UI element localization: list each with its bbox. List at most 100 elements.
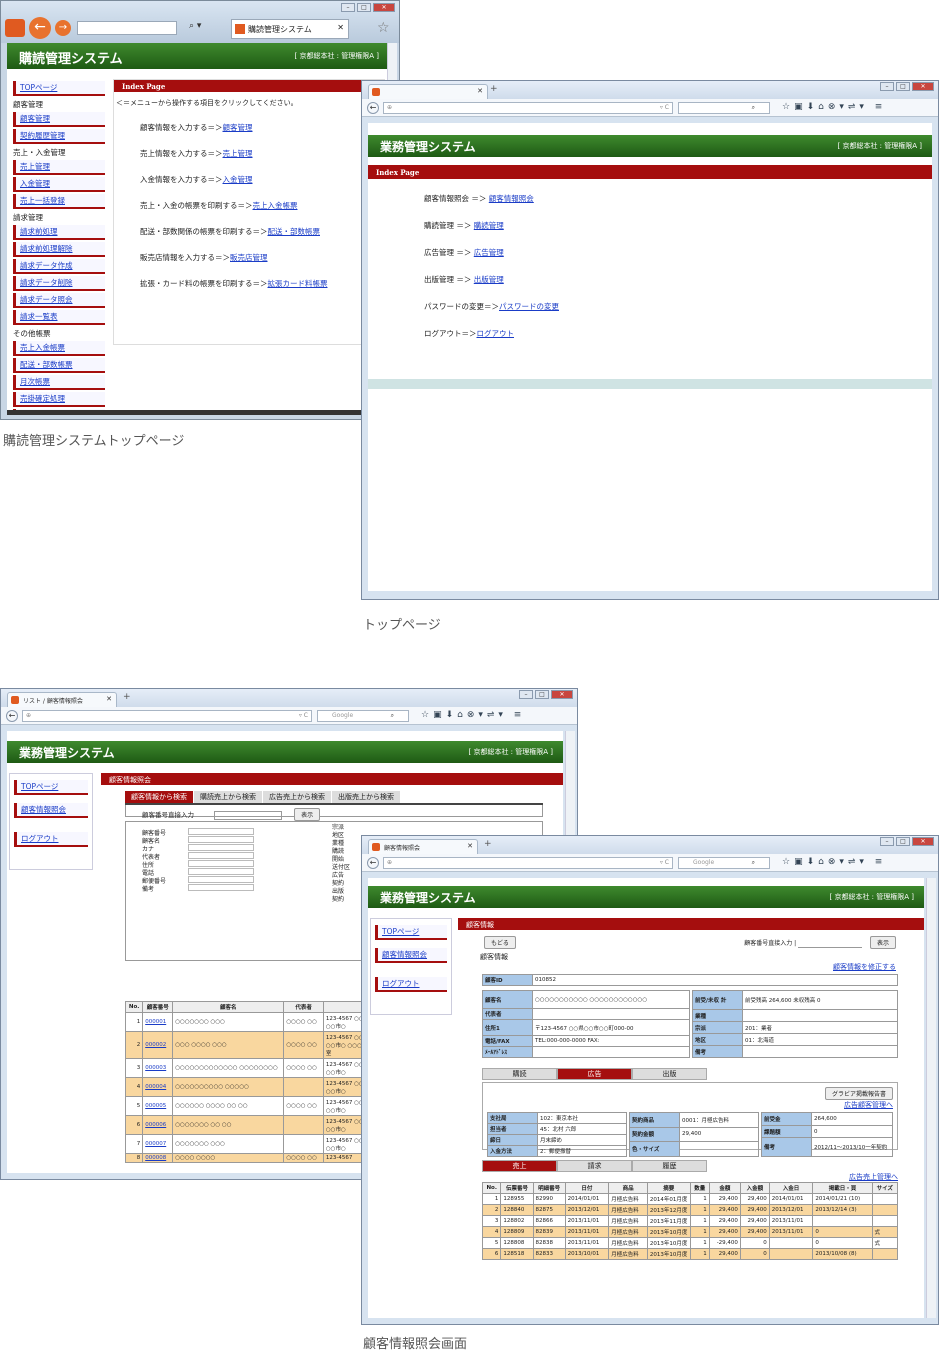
menu-line-link[interactable]: 出版管理 [474,275,504,284]
close-tab-icon[interactable]: ✕ [106,695,112,703]
cell-customer-id[interactable]: 000006 [142,1115,174,1135]
minimize-icon[interactable]: – [519,690,533,699]
table-row[interactable]: 3 128802 82866 2013/11/01 月極広告料 2013年11月度 1 29,… [481,1215,899,1227]
sidebar-item[interactable]: 請求一覧表 [13,310,105,325]
product-tab[interactable]: 出版 [632,1068,707,1080]
new-tab-icon[interactable]: + [490,84,498,94]
sidebar-item[interactable]: 顧客情報照会 [14,803,88,818]
browser-tab[interactable]: ✕ [368,84,488,99]
close-tab-icon[interactable]: ✕ [477,87,483,95]
table-row[interactable]: 5 128808 82838 2013/11/01 月極広告料 2013年10月度 1 -29… [481,1237,899,1249]
browser-tab[interactable]: リスト / 顧客情報照会 ✕ [7,692,117,707]
sidebar-item[interactable]: 請求データ作成 [13,259,105,274]
sidebar-item[interactable]: 売上入金帳票 [13,341,105,356]
cell-customer-id[interactable]: 000008 [142,1153,174,1163]
sidebar-item[interactable]: 請求前処理 [13,225,105,240]
back-icon[interactable]: ← [367,102,379,114]
cell-customer-id[interactable]: 000002 [142,1031,174,1059]
sidebar-item[interactable]: 入金管理 [13,177,105,192]
form-input[interactable] [188,860,254,867]
edit-customer-link-text[interactable]: 顧客情報を修正する [833,963,896,971]
close-tab-icon[interactable]: ✕ [337,23,344,32]
back-icon[interactable]: ← [29,17,51,39]
close-window-icon[interactable]: ✕ [373,3,395,12]
sidebar-item[interactable]: 請求データ照会 [13,293,105,308]
customer-number-input[interactable] [798,940,863,948]
minimize-icon[interactable]: – [880,837,894,846]
new-tab-icon[interactable]: + [123,692,131,702]
search-tab[interactable]: 広告売上から検索 [263,791,331,803]
ad-customer-link[interactable]: 広告顧客管理へ [844,1101,893,1109]
address-bar[interactable] [77,21,177,35]
menu-line-link[interactable]: 拡張カード料帳票 [268,279,328,288]
menu-line-link[interactable]: 購読管理 [474,221,504,230]
new-tab-icon[interactable]: + [484,839,492,849]
close-window-icon[interactable]: ✕ [912,837,934,846]
maximize-icon[interactable]: □ [896,837,910,846]
show-button[interactable]: 表示 [869,936,896,949]
sidebar-item[interactable]: 顧客管理 [13,112,105,127]
search-input[interactable]: Google ⌕ [317,710,409,722]
menu-line-link[interactable]: ログアウト [477,329,515,338]
sidebar-item[interactable]: TOPページ [14,780,88,795]
menu-line-link[interactable]: 配送・部数帳票 [268,227,321,236]
menu-line-link[interactable]: 販売店管理 [230,253,268,262]
minimize-icon[interactable]: – [880,82,894,91]
back-button[interactable]: もどる [484,936,516,949]
product-tab[interactable]: 広告 [557,1068,632,1080]
form-input[interactable] [188,828,254,835]
table-row[interactable]: 5 000005 ○○○○○○ ○○○○ ○○ ○○ ○○○○ ○○ 123-4567 … [124,1096,376,1116]
browser-tab[interactable]: 購読管理システム ✕ [231,19,349,39]
maximize-icon[interactable]: □ [896,82,910,91]
close-tab-icon[interactable]: ✕ [467,842,473,850]
form-input[interactable] [188,852,254,859]
scrollbar[interactable] [926,878,936,1318]
close-window-icon[interactable]: ✕ [912,82,934,91]
menu-line-link[interactable]: 顧客管理 [223,123,253,132]
form-input[interactable] [188,836,254,843]
product-tab[interactable]: 購読 [482,1068,557,1080]
toolbar-icons[interactable]: ☆▣⬇⌂⊗▾⇌▾ ≡ [421,710,525,720]
table-row[interactable]: 6 000006 ○○○○○○○ ○○ ○○ 123-4567 ○○県○○市○ [124,1115,376,1135]
table-row[interactable]: 4 128809 82839 2013/11/01 月極広告料 2013年10月度 1 29,… [481,1226,899,1238]
menu-line-link[interactable]: 広告管理 [474,248,504,257]
search-tab[interactable]: 出版売上から検索 [332,791,400,803]
toolbar-icons[interactable]: ☆▣⬇⌂⊗▾⇌▾ ≡ [782,102,886,112]
menu-line-link[interactable]: 顧客情報照会 [489,194,534,203]
maximize-icon[interactable]: □ [535,690,549,699]
table-row[interactable]: 1 128955 82990 2014/01/01 月極広告料 2014年01月度 1 29,… [481,1193,899,1205]
cell-customer-id[interactable]: 000001 [142,1012,174,1032]
form-input[interactable] [188,844,254,851]
form-input[interactable] [188,876,254,883]
sidebar-item[interactable]: 売上一括登録 [13,194,105,209]
sidebar-item[interactable]: 請求データ削除 [13,276,105,291]
search-input[interactable]: Google ⌕ [678,857,770,869]
address-bar[interactable]: ⊕ ▿ C [383,857,673,869]
menu-line-link[interactable]: 入金管理 [223,175,253,184]
gravure-report-button[interactable]: グラビア掲載報告書 [824,1087,893,1100]
sidebar-item[interactable]: 契約履歴管理 [13,129,105,144]
table-row[interactable]: 2 128840 82875 2013/12/01 月極広告料 2013年12月度 1 29,… [481,1204,899,1216]
table-row[interactable]: 3 000003 ○○○○○○○○○○○○○ ○○○○○○○○ ○○○○ ○○ 123-… [124,1058,376,1078]
form-input[interactable] [188,868,254,875]
ad-sales-link[interactable]: 広告売上管理へ [849,1173,898,1181]
sidebar-item[interactable]: 請求前処理解除 [13,242,105,257]
table-row[interactable]: 7 000007 ○○○○○○○ ○○○ 123-4567 ○○県○○市○ [124,1134,376,1154]
back-icon[interactable]: ← [367,857,379,869]
forward-icon[interactable]: → [55,20,71,36]
minimize-icon[interactable]: – [341,3,355,12]
search-input[interactable]: ⌕ [678,102,770,114]
search-tab[interactable]: 顧客情報から検索 [125,791,193,803]
sidebar-item[interactable]: TOPページ [375,925,447,940]
toolbar-icons[interactable]: ☆▣⬇⌂⊗▾⇌▾ ≡ [782,857,886,867]
search-icon[interactable]: ⌕ ▾ [189,21,201,31]
favorites-star-icon[interactable]: ☆ [377,20,390,36]
table-row[interactable]: 8 000008 ○○○○ ○○○○ ○○○○ ○○ 123-4567 [124,1153,376,1163]
form-input[interactable] [188,884,254,891]
menu-line-link[interactable]: 売上管理 [223,149,253,158]
menu-line-link[interactable]: パスワードの変更 [499,302,559,311]
table-row[interactable]: 6 128518 82833 2013/10/01 月極広告料 2013年10月度 1 29,… [481,1248,899,1260]
table-row[interactable]: 2 000002 ○○○ ○○○○ ○○○ ○○○○ ○○ 123-4567 ○○県○○… [124,1031,376,1059]
close-window-icon[interactable]: ✕ [551,690,573,699]
sidebar-item[interactable]: ログアウト [375,977,447,992]
